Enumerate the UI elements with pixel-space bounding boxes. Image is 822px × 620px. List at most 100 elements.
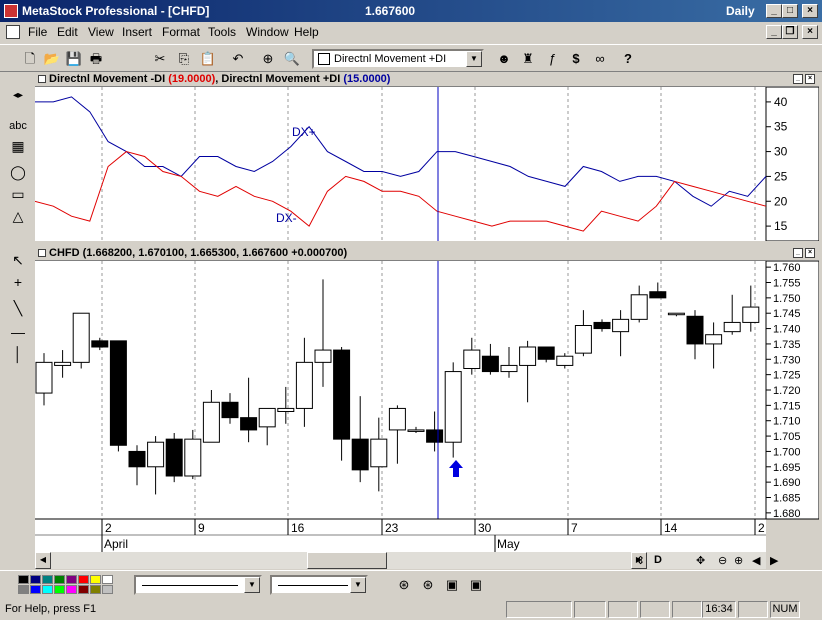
candle-body bbox=[630, 294, 648, 320]
pane-close-icon[interactable]: × bbox=[805, 248, 815, 258]
status-panel bbox=[574, 601, 606, 618]
expert-icon[interactable]: ☻ bbox=[494, 49, 514, 69]
move-icon[interactable]: ✥ bbox=[696, 554, 705, 567]
color-swatch[interactable] bbox=[102, 575, 113, 584]
chevron-down-icon[interactable]: ▼ bbox=[244, 577, 260, 593]
crosshair-icon[interactable]: ⊕ bbox=[258, 49, 278, 69]
density-button[interactable]: D bbox=[654, 554, 662, 566]
status-num: NUM bbox=[770, 601, 800, 618]
pane-close-icon[interactable]: × bbox=[805, 74, 815, 84]
scroll-arrows-icon[interactable]: ⇕ bbox=[636, 554, 645, 567]
triangle-icon[interactable]: △ bbox=[7, 206, 29, 226]
grid-icon[interactable]: ▦ bbox=[7, 136, 29, 156]
indicator-select[interactable]: Directnl Movement +DI ▼ bbox=[312, 49, 484, 69]
menu-help[interactable]: Help bbox=[294, 25, 319, 39]
crosshair-tool-icon[interactable]: + bbox=[7, 272, 29, 292]
doc-close-icon[interactable]: × bbox=[802, 25, 818, 39]
color-swatch[interactable] bbox=[78, 585, 89, 594]
color-swatch[interactable] bbox=[42, 585, 53, 594]
color-swatch[interactable] bbox=[78, 575, 89, 584]
y-tick-label: 1.685 bbox=[773, 493, 801, 505]
page-right-icon[interactable]: ▶ bbox=[770, 554, 778, 567]
chevron-down-icon[interactable]: ▼ bbox=[350, 577, 366, 593]
app-icon bbox=[4, 4, 18, 18]
doc-icon[interactable] bbox=[6, 25, 20, 39]
chart-two-icon[interactable]: ▣ bbox=[466, 575, 486, 595]
candle-body bbox=[184, 438, 202, 477]
color-palette[interactable] bbox=[18, 575, 118, 595]
trendline-icon[interactable]: ╲ bbox=[7, 298, 29, 318]
menu-tools[interactable]: Tools bbox=[208, 25, 236, 39]
zoom-icon[interactable]: 🔍 bbox=[282, 49, 302, 69]
menu-insert[interactable]: Insert bbox=[122, 25, 152, 39]
style-icon[interactable]: ⊛ bbox=[394, 575, 414, 595]
color-swatch[interactable] bbox=[54, 575, 65, 584]
color-swatch[interactable] bbox=[30, 585, 41, 594]
indicator-chart: 15 20 25 30 35 40 DX+ DX- bbox=[35, 87, 819, 241]
zoom-out-icon[interactable]: ⊖ bbox=[718, 554, 727, 567]
minimize-icon[interactable]: _ bbox=[766, 4, 782, 18]
rectangle-icon[interactable]: ▭ bbox=[7, 184, 29, 204]
color-swatch[interactable] bbox=[90, 585, 101, 594]
maximize-icon[interactable]: □ bbox=[782, 4, 798, 18]
line-weight-select[interactable]: ▼ bbox=[270, 575, 368, 595]
menu-format[interactable]: Format bbox=[162, 25, 200, 39]
price-pane-header[interactable]: CHFD (1.668200, 1.670100, 1.665300, 1.66… bbox=[35, 246, 819, 261]
menu-view[interactable]: View bbox=[88, 25, 114, 39]
menu-file[interactable]: File bbox=[28, 25, 47, 39]
chart-one-icon[interactable]: ▣ bbox=[442, 575, 462, 595]
color-swatch[interactable] bbox=[30, 575, 41, 584]
formula-icon[interactable]: ƒ bbox=[542, 49, 562, 69]
color-swatch[interactable] bbox=[102, 585, 113, 594]
indicator-title-a: Directnl Movement -DI bbox=[49, 73, 166, 85]
scroll-left-icon[interactable]: ◀ bbox=[35, 552, 51, 569]
close-icon[interactable]: × bbox=[802, 4, 818, 18]
color-swatch[interactable] bbox=[18, 585, 29, 594]
context-help-icon[interactable]: ? bbox=[618, 49, 638, 69]
scroll-left-right-icon[interactable]: ◂▸ bbox=[7, 86, 29, 106]
zoom-in-icon[interactable]: ⊕ bbox=[734, 554, 743, 567]
style-alt-icon[interactable]: ⊛ bbox=[418, 575, 438, 595]
color-swatch[interactable] bbox=[66, 575, 77, 584]
undo-icon[interactable]: ↶ bbox=[228, 49, 248, 69]
pane-minimize-icon[interactable]: _ bbox=[793, 74, 803, 84]
indicator-select-value: Directnl Movement +DI bbox=[334, 53, 447, 65]
page-left-icon[interactable]: ◀ bbox=[752, 554, 760, 567]
vertical-line-icon[interactable]: │ bbox=[7, 344, 29, 364]
color-swatch[interactable] bbox=[42, 575, 53, 584]
text-tool-icon[interactable]: abc bbox=[7, 116, 29, 136]
horizontal-line-icon[interactable]: ― bbox=[7, 322, 29, 342]
pointer-icon[interactable]: ↖ bbox=[7, 250, 29, 270]
binoculars-icon[interactable]: ∞ bbox=[590, 49, 610, 69]
candle-body bbox=[370, 438, 388, 468]
save-icon[interactable]: 💾 bbox=[64, 49, 84, 69]
indicator-pane-header[interactable]: Directnl Movement -DI (19.0000), Directn… bbox=[35, 72, 819, 87]
paste-icon[interactable]: 📋 bbox=[198, 49, 218, 69]
last-price: 1.667600 bbox=[365, 4, 416, 18]
ellipse-icon[interactable]: ◯ bbox=[7, 162, 29, 182]
color-swatch[interactable] bbox=[18, 575, 29, 584]
explorer-icon[interactable]: ♜ bbox=[518, 49, 538, 69]
open-icon[interactable]: 📂 bbox=[42, 49, 62, 69]
scroll-thumb[interactable] bbox=[307, 552, 387, 569]
cut-icon[interactable]: ✂ bbox=[150, 49, 170, 69]
menu-edit[interactable]: Edit bbox=[57, 25, 78, 39]
color-swatch[interactable] bbox=[90, 575, 101, 584]
dollar-icon[interactable]: $ bbox=[566, 49, 586, 69]
color-swatch[interactable] bbox=[66, 585, 77, 594]
pane-minimize-icon[interactable]: _ bbox=[793, 248, 803, 258]
doc-restore-icon[interactable]: ❐ bbox=[782, 25, 798, 39]
line-style-select[interactable]: ▼ bbox=[134, 575, 262, 595]
color-swatch[interactable] bbox=[54, 585, 65, 594]
doc-minimize-icon[interactable]: _ bbox=[766, 25, 782, 39]
copy-icon[interactable]: ⎘ bbox=[174, 49, 194, 69]
candle-body bbox=[240, 417, 258, 431]
menu-window[interactable]: Window bbox=[246, 25, 289, 39]
candle-body bbox=[500, 364, 518, 373]
y-tick-label: 1.745 bbox=[773, 308, 801, 320]
y-tick-label: 1.755 bbox=[773, 278, 801, 290]
print-icon[interactable]: 🖶 bbox=[86, 49, 106, 69]
dx-minus-label: DX- bbox=[276, 211, 297, 225]
new-icon[interactable]: 🗋 bbox=[20, 49, 40, 69]
chevron-down-icon[interactable]: ▼ bbox=[466, 51, 482, 67]
